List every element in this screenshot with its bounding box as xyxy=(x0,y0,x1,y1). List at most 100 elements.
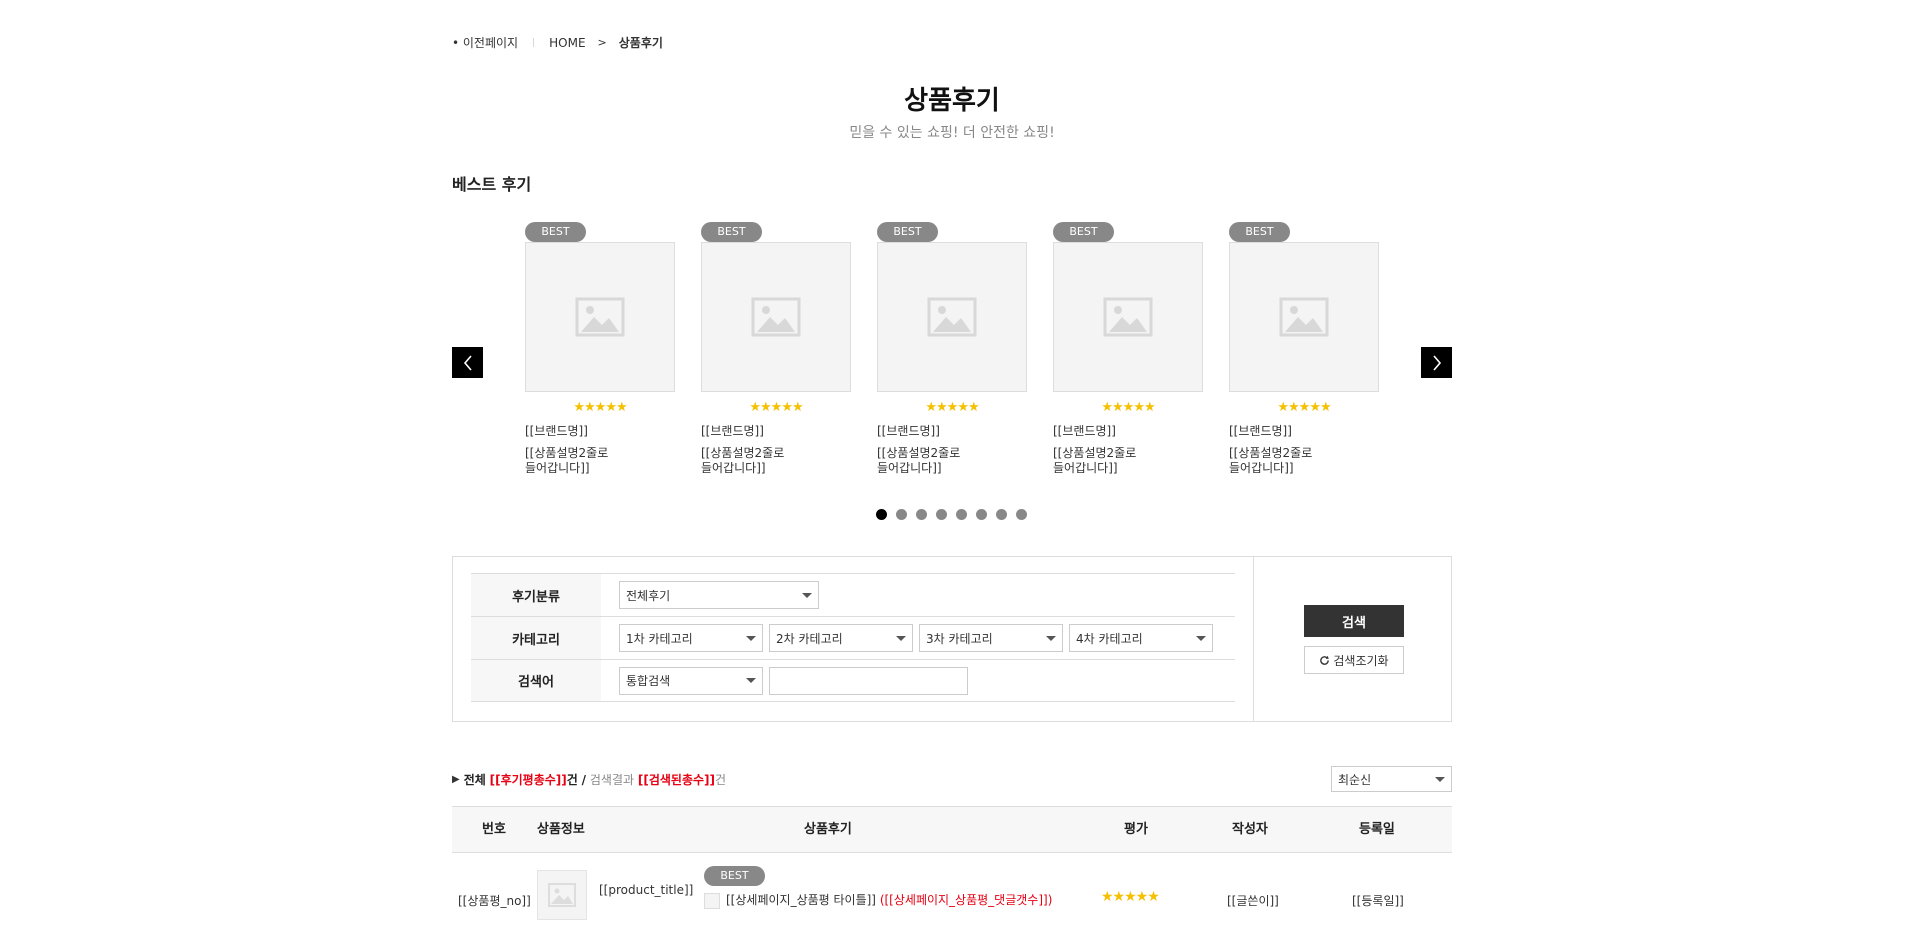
search-row-keyword: 검색어 통합검색 xyxy=(471,659,1235,702)
best-review-card[interactable]: BEST ★★★★★ [[브랜드명]] [[상품설명2줄로 들어갑니다]] xyxy=(1229,222,1379,476)
best-badge: BEST xyxy=(525,222,586,242)
result-label: 검색결과 xyxy=(589,773,635,787)
search-row-review-type: 후기분류 전체후기 xyxy=(471,573,1235,616)
caret-down-icon xyxy=(1046,635,1056,641)
caret-down-icon xyxy=(746,635,756,641)
carousel-pagination xyxy=(876,509,1027,520)
best-review-card[interactable]: BEST ★★★★★ [[브랜드명]] [[상품설명2줄로 들어갑니다]] xyxy=(525,222,675,476)
category-value: 4차 카테고리 xyxy=(1076,631,1143,646)
pagination-dot[interactable] xyxy=(1016,509,1027,520)
product-description: [[상품설명2줄로 들어갑니다]] xyxy=(1053,446,1203,476)
search-form: 후기분류 전체후기 카테고리 1차 카테고리 2차 카테고리 3차 카테고리 4… xyxy=(471,573,1235,702)
category-select-4[interactable]: 4차 카테고리 xyxy=(1069,624,1213,652)
pagination-dot[interactable] xyxy=(896,509,907,520)
review-title-block[interactable]: [[상세페이지_상품평 타이틀]] ([[상세페이지_상품평_댓글갯수]]) xyxy=(704,891,1064,909)
result-count: [[검색된총수]] xyxy=(637,773,715,787)
category-select-1[interactable]: 1차 카테고리 xyxy=(619,624,763,652)
keyword-type-value: 통합검색 xyxy=(626,674,671,688)
category-value: 1차 카테고리 xyxy=(626,631,693,646)
product-description: [[상품설명2줄로 들어갑니다]] xyxy=(877,446,1027,476)
result-summary: ▶ 전체 [[후기평총수]] 건 / 검색결과 [[검색된총수]] 건 xyxy=(452,771,726,788)
search-actions: 검색 검색조기화 xyxy=(1253,557,1451,721)
category-label: 카테고리 xyxy=(471,617,601,659)
brand-name: [[브랜드명]] xyxy=(1229,424,1292,438)
sort-select[interactable]: 최순신 xyxy=(1331,766,1452,792)
image-attached-icon xyxy=(704,892,720,909)
review-type-label: 후기분류 xyxy=(471,574,601,616)
product-image[interactable] xyxy=(1229,242,1379,392)
caret-down-icon xyxy=(896,635,906,641)
pagination-dot[interactable] xyxy=(996,509,1007,520)
brand-name: [[브랜드명]] xyxy=(525,424,588,438)
search-row-category: 카테고리 1차 카테고리 2차 카테고리 3차 카테고리 4차 카테고리 xyxy=(471,616,1235,659)
category-value: 3차 카테고리 xyxy=(926,631,993,646)
review-type-select[interactable]: 전체후기 xyxy=(619,581,819,609)
rating-stars: ★★★★★ xyxy=(573,400,627,415)
caret-down-icon xyxy=(1435,776,1445,782)
product-title[interactable]: [[product_title]] xyxy=(599,883,693,897)
breadcrumb-separator: | xyxy=(532,37,536,48)
back-link[interactable]: • 이전페이지 xyxy=(452,34,518,51)
keyword-type-select[interactable]: 통합검색 xyxy=(619,666,763,695)
header-review: 상품후기 xyxy=(804,822,852,837)
table-row[interactable]: [[상품평_no]] [[product_title]] BEST [[상세페이… xyxy=(452,853,1452,936)
best-review-card[interactable]: BEST ★★★★★ [[브랜드명]] [[상품설명2줄로 들어갑니다]] xyxy=(701,222,851,476)
best-badge: BEST xyxy=(701,222,762,242)
rating-stars: ★★★★★ xyxy=(1101,400,1155,415)
pagination-dot[interactable] xyxy=(976,509,987,520)
best-review-card[interactable]: BEST ★★★★★ [[브랜드명]] [[상품설명2줄로 들어갑니다]] xyxy=(1053,222,1203,476)
search-button[interactable]: 검색 xyxy=(1304,605,1404,637)
carousel-prev-button[interactable] xyxy=(452,347,483,378)
product-description-line: [[상품설명2줄로 xyxy=(701,446,785,460)
image-placeholder-icon xyxy=(548,883,576,907)
rating-stars: ★★★★★ xyxy=(1101,889,1160,905)
pagination-dot[interactable] xyxy=(876,509,887,520)
product-description-line: 들어갑니다]] xyxy=(525,461,590,475)
category-select-2[interactable]: 2차 카테고리 xyxy=(769,624,913,652)
summary-slash: / xyxy=(581,772,587,787)
category-select-3[interactable]: 3차 카테고리 xyxy=(919,624,1063,652)
comment-count: ([[상세페이지_상품평_댓글갯수]]) xyxy=(879,893,1053,907)
best-badge: BEST xyxy=(1053,222,1114,242)
search-panel: 후기분류 전체후기 카테고리 1차 카테고리 2차 카테고리 3차 카테고리 4… xyxy=(452,556,1452,722)
image-placeholder-icon xyxy=(575,297,625,337)
register-date: [[등록일]] xyxy=(1352,894,1404,908)
product-description: [[상품설명2줄로 들어갑니다]] xyxy=(701,446,851,476)
product-image[interactable] xyxy=(701,242,851,392)
pagination-dot[interactable] xyxy=(936,509,947,520)
product-image[interactable] xyxy=(525,242,675,392)
rating-stars: ★★★★★ xyxy=(1277,400,1331,415)
caret-down-icon xyxy=(1196,635,1206,641)
header-author: 작성자 xyxy=(1232,822,1268,837)
product-description: [[상품설명2줄로 들어갑니다]] xyxy=(1229,446,1379,476)
pagination-dot[interactable] xyxy=(916,509,927,520)
product-thumbnail[interactable] xyxy=(537,870,587,920)
image-placeholder-icon xyxy=(751,297,801,337)
triangle-right-icon: ▶ xyxy=(452,774,460,785)
header-no: 번호 xyxy=(482,822,506,837)
rating-stars: ★★★★★ xyxy=(749,400,803,415)
reset-search-button[interactable]: 검색조기화 xyxy=(1304,646,1404,674)
author-name: [[글쓴이]] xyxy=(1227,894,1279,908)
best-review-card[interactable]: BEST ★★★★★ [[브랜드명]] [[상품설명2줄로 들어갑니다]] xyxy=(877,222,1027,476)
product-image[interactable] xyxy=(1053,242,1203,392)
brand-name: [[브랜드명]] xyxy=(701,424,764,438)
review-title[interactable]: [[상세페이지_상품평 타이틀]] xyxy=(726,893,876,907)
product-description-line: [[상품설명2줄로 xyxy=(1053,446,1137,460)
home-link[interactable]: HOME xyxy=(549,36,585,50)
header-rating: 평가 xyxy=(1124,822,1148,837)
total-unit: 건 xyxy=(566,773,578,787)
pagination-dot[interactable] xyxy=(956,509,967,520)
best-badge: BEST xyxy=(1229,222,1290,242)
caret-down-icon xyxy=(746,678,756,683)
product-description-line: 들어갑니다]] xyxy=(1229,461,1294,475)
total-label: 전체 xyxy=(463,773,486,787)
product-description-line: [[상품설명2줄로 xyxy=(877,446,961,460)
product-image[interactable] xyxy=(877,242,1027,392)
carousel-next-button[interactable] xyxy=(1421,347,1452,378)
product-description: [[상품설명2줄로 들어갑니다]] xyxy=(525,446,675,476)
keyword-input[interactable] xyxy=(769,666,968,695)
product-description-line: [[상품설명2줄로 xyxy=(1229,446,1313,460)
breadcrumb-arrow: > xyxy=(597,36,607,49)
total-count: [[후기평총수]] xyxy=(489,773,567,787)
